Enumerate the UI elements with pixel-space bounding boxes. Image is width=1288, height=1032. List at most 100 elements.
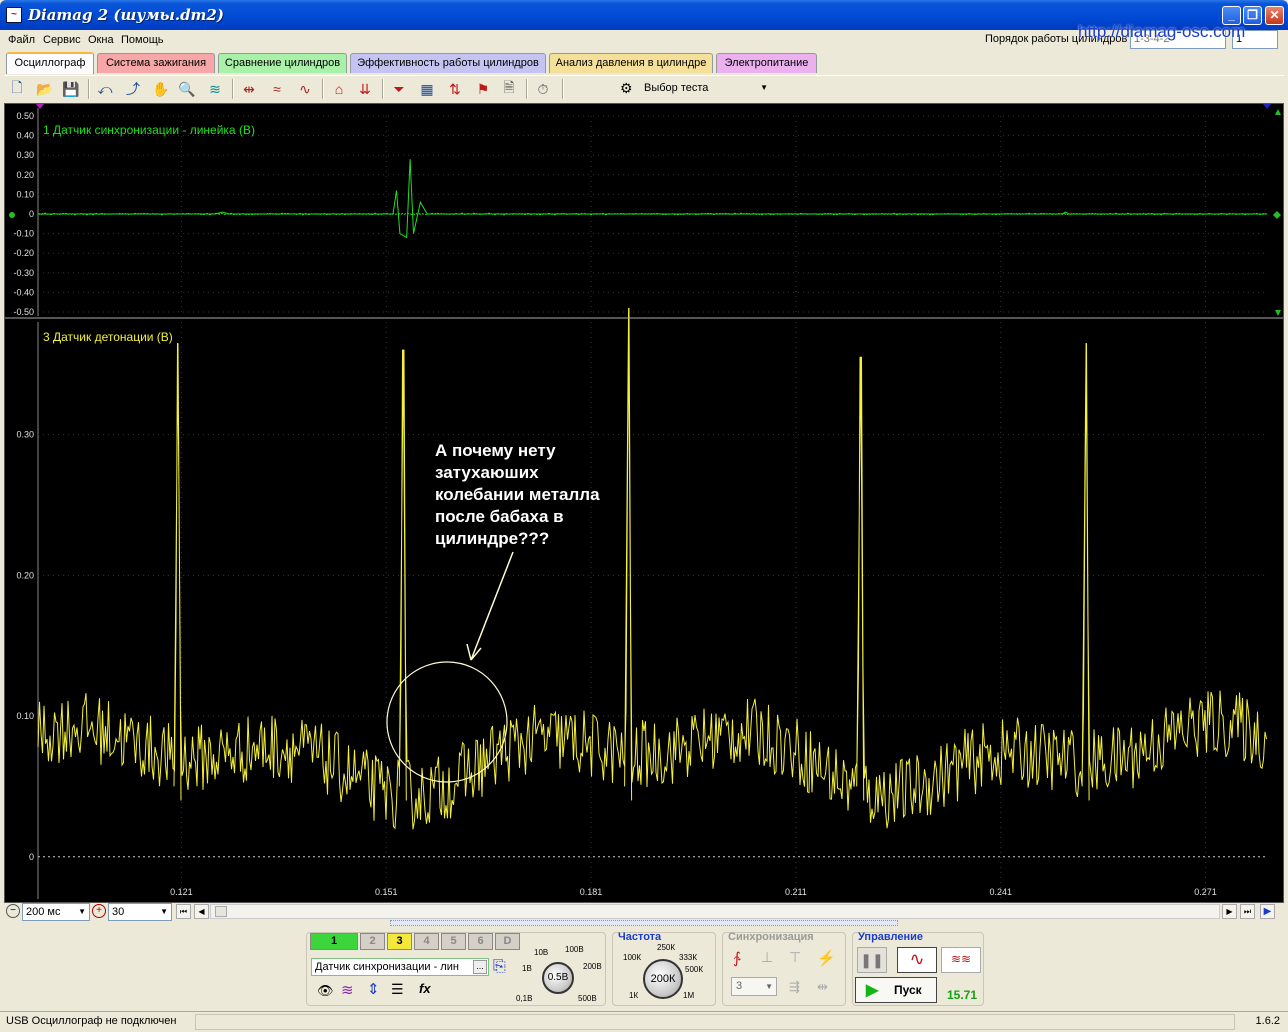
channel-4-button[interactable]: 4 [414, 933, 439, 950]
sync-level-icon[interactable]: ⇶ [789, 979, 800, 995]
sync-panel: Синхронизация ∱ ⊥ ⊤ ⚡ 3 ▼ ⇶ ⇹ [722, 931, 846, 1006]
control-panel: Управление ❚❚ ∿ ≋≋ ▶ Пуск 15.71 [852, 931, 984, 1006]
tab-oscilloscope[interactable]: Осциллограф [6, 52, 94, 74]
tab-cylinder-compare[interactable]: Сравнение цилиндров [218, 53, 347, 73]
zoom-icon[interactable]: 🔍 [176, 78, 198, 100]
auto-timer-icon[interactable]: ⏱ [532, 78, 554, 100]
zoom-out-icon[interactable]: − [6, 904, 20, 918]
menu-help[interactable]: Помощь [121, 34, 164, 46]
frequency-knob[interactable]: 200К [643, 959, 683, 999]
zero-offset-icon[interactable]: ⇊ [354, 78, 376, 100]
close-button[interactable]: ✕ [1265, 6, 1284, 25]
ch1-y-tick: -0.30 [13, 268, 34, 278]
status-bar: USB Осциллограф не подключен 1.6.2 [0, 1011, 1288, 1032]
count-select[interactable]: 30 ▼ [108, 903, 172, 921]
marker-left[interactable] [36, 104, 44, 109]
function-icon[interactable]: fx [419, 981, 431, 996]
pause-button[interactable]: ❚❚ [857, 947, 887, 973]
tab-cylinder-pressure[interactable]: Анализ давления в цилиндре [549, 53, 713, 73]
oscilloscope-plot[interactable]: 0.50 0.40 0.30 0.20 0.10 0 -0.10 -0.20 -0.30 -0.4… [5, 104, 1283, 902]
single-mode-button[interactable]: ∿ [897, 947, 937, 973]
ch1-y-tick: -0.20 [13, 248, 34, 258]
volt-label: 0,1В [516, 994, 533, 1003]
sync-edge-down-icon[interactable]: ⊤ [789, 949, 801, 966]
sync-edge-up-icon[interactable]: ⊥ [761, 949, 773, 966]
channel-3-button[interactable]: 3 [387, 933, 412, 950]
open-file-icon[interactable]: 📂 [34, 78, 56, 100]
hand-icon[interactable]: ✋ [150, 78, 172, 100]
tab-cylinder-efficiency[interactable]: Эффективность работы цилиндров [350, 53, 546, 73]
maximize-button[interactable]: ❐ [1243, 6, 1262, 25]
start-button[interactable]: ▶ Пуск [855, 977, 937, 1003]
menu-service[interactable]: Сервис [43, 34, 81, 46]
ch1-up-arrow[interactable] [1275, 109, 1281, 115]
grid-lines-icon[interactable]: ☰ [391, 981, 404, 998]
notes-icon[interactable]: 🗎 [498, 78, 520, 100]
channel-1-button[interactable]: 1 [310, 933, 358, 950]
gear-icon: ⚙ [620, 80, 633, 96]
wave-filter-icon[interactable]: ≋ [341, 981, 354, 999]
sync-icon[interactable]: ⤺ [94, 78, 116, 100]
table-icon[interactable]: ▦ [416, 78, 438, 100]
scroll-thumb[interactable] [215, 906, 227, 917]
scroll-last-button[interactable]: ⏭ [1240, 904, 1255, 919]
probe-icon[interactable]: ⎘ [493, 958, 506, 976]
channel-2-button[interactable]: 2 [360, 933, 385, 950]
eye-icon[interactable]: 👁 [317, 983, 334, 999]
zoom-in-icon[interactable]: + [92, 904, 106, 918]
channel-6-button[interactable]: 6 [468, 933, 493, 950]
measure-icon[interactable]: ⤴ [122, 78, 144, 100]
ch1-trigger-handle[interactable] [1273, 211, 1281, 219]
oscilloscope-view[interactable]: 0.50 0.40 0.30 0.20 0.10 0 -0.10 -0.20 -0.30 -0.4… [4, 103, 1284, 903]
filter-icon[interactable]: ≋ [204, 78, 226, 100]
annotation-arrow [466, 551, 514, 661]
auto-scale-icon[interactable]: ⌂ [328, 78, 350, 100]
test-select-dropdown[interactable]: ⚙ Выбор теста ▼ [616, 78, 774, 100]
flag-icon[interactable]: ⚑ [472, 78, 494, 100]
version-text: 1.6.2 [1255, 1015, 1280, 1027]
time-scrollbar[interactable] [210, 904, 1220, 919]
scroll-prev-button[interactable]: ◀ [194, 904, 209, 919]
ch1-offset-handle[interactable] [9, 212, 15, 218]
app-icon[interactable]: ~ [6, 7, 22, 23]
sync-auto-icon[interactable]: ⚡ [817, 949, 836, 967]
freq-label: 1К [629, 991, 639, 1000]
wave-add-icon[interactable]: ∿ [294, 78, 316, 100]
sensor-more-button[interactable]: ... [473, 960, 487, 974]
sync-channel-select[interactable]: 3 ▼ [731, 977, 777, 996]
scroll-first-button[interactable]: ⏮ [176, 904, 191, 919]
status-text: USB Осциллограф не подключен [6, 1015, 177, 1027]
tab-ignition-system[interactable]: Система зажигания [97, 53, 215, 73]
channel3-label: 3 Датчик детонации (В) [43, 330, 173, 344]
continuous-mode-button[interactable]: ≋≋ [941, 947, 981, 973]
wave-compare-icon[interactable]: ≈ [266, 78, 288, 100]
menu-windows[interactable]: Окна [88, 34, 114, 46]
window-title: Diamag 2 (шумы.dm2) [28, 6, 224, 24]
save-icon[interactable]: 💾 [60, 78, 82, 100]
volt-label: 500В [578, 994, 597, 1003]
channel-5-button[interactable]: 5 [441, 933, 466, 950]
new-file-icon[interactable]: 🗋 [6, 78, 28, 100]
panel-splitter[interactable] [390, 920, 898, 926]
chevron-down-icon: ▼ [160, 907, 168, 916]
voltage-knob[interactable]: 0.5В [542, 962, 574, 994]
chevron-down-icon: ▼ [78, 907, 86, 916]
volt-label: 10В [534, 948, 549, 957]
sync-rising-icon[interactable]: ∱ [733, 949, 741, 967]
filter-funnel-icon[interactable]: ⏷ [388, 78, 410, 100]
tab-power-supply[interactable]: Электропитание [716, 53, 817, 73]
menu-file[interactable]: Файл [8, 34, 35, 46]
fps-value: 15.71 [947, 988, 978, 1002]
timebase-select[interactable]: 200 мс ▼ [22, 903, 90, 921]
expand-icon[interactable]: ⇹ [238, 78, 260, 100]
ch1-y-tick: -0.40 [13, 287, 34, 297]
vertical-scale-icon[interactable]: ⇕ [367, 980, 380, 998]
ch1-down-arrow[interactable] [1275, 310, 1281, 316]
cursor-line-icon[interactable]: ⇅ [444, 78, 466, 100]
marker-right[interactable] [1263, 104, 1271, 109]
x-tick: 0.271 [1194, 887, 1217, 897]
sync-width-icon[interactable]: ⇹ [817, 979, 828, 995]
scroll-next-button[interactable]: ▶ [1222, 904, 1237, 919]
play-scroll-button[interactable]: ▶ [1260, 904, 1275, 919]
sensor-select[interactable]: Датчик синхронизации - лин ... [311, 958, 489, 976]
